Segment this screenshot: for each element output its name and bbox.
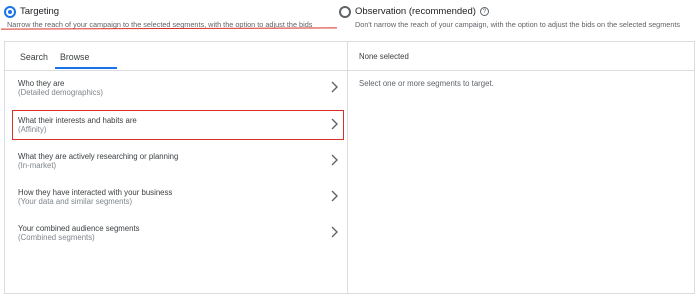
targeting-radio[interactable]	[4, 6, 16, 18]
browse-item-subtitle: (Detailed demographics)	[18, 88, 103, 97]
active-tab-indicator	[55, 67, 117, 69]
observation-description: Don't narrow the reach of your campaign,…	[355, 20, 681, 29]
selection-hint: Select one or more segments to target.	[359, 79, 494, 88]
browse-item-title: What they are actively researching or pl…	[18, 152, 179, 161]
tab-browse[interactable]: Browse	[60, 52, 89, 62]
selection-pane: None selected Select one or more segment…	[348, 42, 694, 293]
browse-item-title: Who they are	[18, 79, 65, 88]
selection-header: None selected	[348, 42, 694, 71]
segments-panel: Search Browse Who they are (Detailed dem…	[4, 41, 695, 294]
browse-item-in-market[interactable]: What they are actively researching or pl…	[5, 152, 347, 188]
browse-item-subtitle: (In-market)	[18, 161, 57, 170]
browse-item-subtitle: (Combined segments)	[18, 233, 95, 242]
observation-title: Observation (recommended)?	[355, 6, 489, 17]
browse-item-combined-segments[interactable]: Your combined audience segments (Combine…	[5, 224, 347, 260]
chevron-right-icon	[331, 81, 338, 93]
browse-item-subtitle: (Your data and similar segments)	[18, 197, 133, 206]
targeting-options: Targeting Narrow the reach of your campa…	[0, 0, 700, 36]
observation-radio[interactable]	[339, 6, 351, 18]
red-highlight-annotation	[12, 110, 344, 140]
observation-title-text: Observation (recommended)	[355, 6, 476, 17]
targeting-title: Targeting	[20, 6, 60, 17]
red-underline-annotation	[0, 27, 338, 30]
browse-pane: Search Browse Who they are (Detailed dem…	[5, 42, 348, 293]
tab-search[interactable]: Search	[20, 52, 48, 62]
selection-status: None selected	[359, 52, 409, 61]
chevron-right-icon	[331, 154, 338, 166]
chevron-right-icon	[331, 226, 338, 238]
tab-bar: Search Browse	[5, 42, 347, 71]
chevron-right-icon	[331, 190, 338, 202]
browse-item-your-data[interactable]: How they have interacted with your busin…	[5, 188, 347, 224]
question-circle-icon[interactable]: ?	[479, 7, 489, 16]
browse-item-title: Your combined audience segments	[18, 224, 140, 233]
browse-item-title: How they have interacted with your busin…	[18, 188, 173, 197]
